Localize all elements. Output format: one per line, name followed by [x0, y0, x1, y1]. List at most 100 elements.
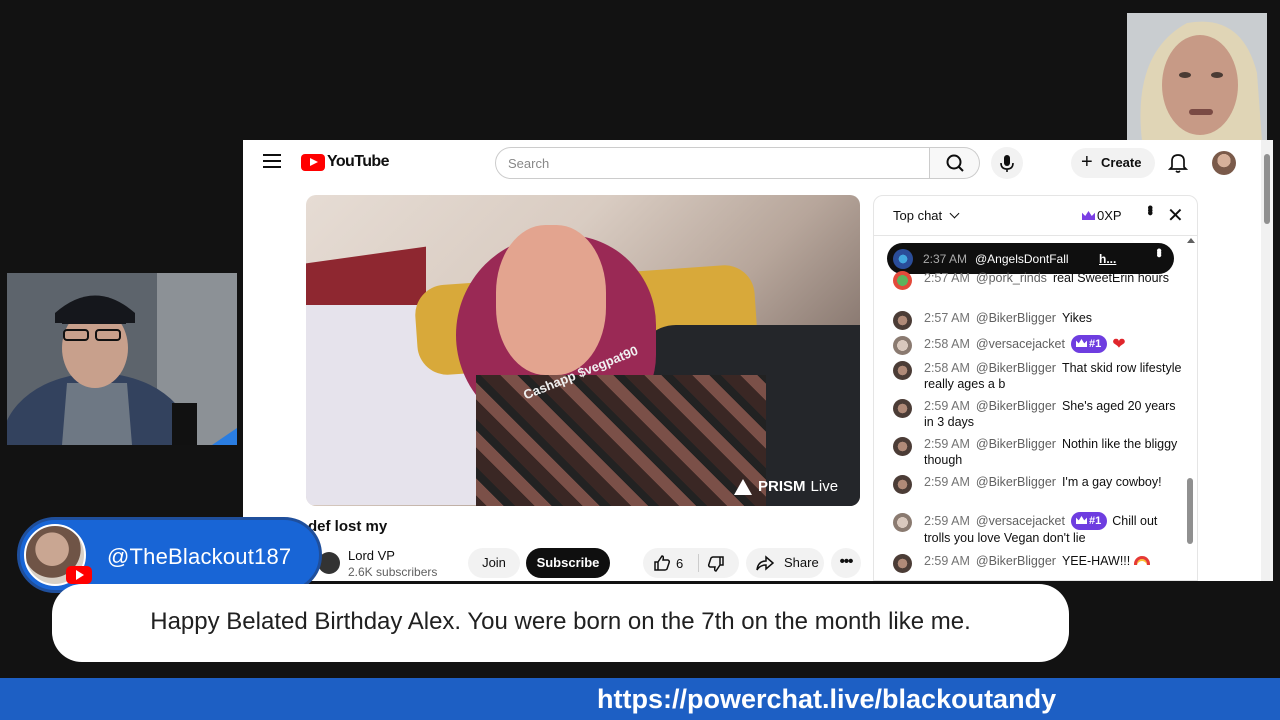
chat-message: 2:57 AM @pork_rinds real SweetErin hours [893, 270, 1183, 290]
chat-author[interactable]: @BikerBligger [976, 554, 1056, 568]
chat-options-icon[interactable]: ••• [1140, 205, 1158, 213]
menu-icon[interactable] [263, 154, 281, 170]
xp-label: 0XP [1097, 208, 1122, 223]
browser-window: YouTube Search + Create Cashapp $vegpat9… [243, 140, 1273, 581]
chat-message: 2:59 AM @BikerBligger Nothin like the blig… [893, 436, 1183, 468]
chat-message: 2:57 AM @BikerBligger Yikes [893, 310, 1183, 330]
chat-text: real SweetErin hours [1052, 271, 1169, 285]
youtube-logo-text: YouTube [327, 153, 389, 170]
chat-mode-label: Top chat [893, 208, 943, 223]
chat-text: I'm a gay cowboy! [1061, 475, 1162, 489]
chevron-down-icon [949, 208, 960, 219]
youtube-logo[interactable]: YouTube [301, 153, 389, 171]
pinned-avatar [893, 249, 913, 269]
search-icon [946, 154, 964, 172]
chat-avatar[interactable] [893, 399, 912, 418]
join-button[interactable]: Join [468, 548, 520, 578]
live-label: Live [810, 478, 839, 495]
chat-author[interactable]: @BikerBligger [976, 311, 1056, 325]
chat-author[interactable]: @BikerBligger [976, 437, 1056, 451]
superchat-message-text: Happy Belated Birthday Alex. You were bo… [150, 608, 971, 635]
pinned-options-icon[interactable]: ••• [1150, 248, 1167, 255]
chat-avatar[interactable] [893, 475, 912, 494]
more-actions-button[interactable]: ••• [831, 548, 861, 578]
member-badge: #1 [1071, 512, 1108, 530]
chat-author[interactable]: @BikerBligger [976, 361, 1056, 375]
chat-time: 2:59 AM [924, 399, 970, 413]
prism-icon [734, 478, 752, 495]
chat-mode-dropdown[interactable]: Top chat [893, 208, 960, 223]
chat-author[interactable]: @versacejacket [976, 337, 1065, 351]
channel-name[interactable]: Lord VP [348, 548, 395, 563]
search-button[interactable] [930, 147, 980, 179]
create-button[interactable]: + Create [1071, 148, 1155, 178]
plus-icon: + [1081, 151, 1093, 173]
search-input[interactable]: Search [495, 147, 930, 179]
like-divider [698, 554, 699, 572]
powerchat-link[interactable]: https://powerchat.live/blackoutandy [597, 684, 1056, 715]
crown-icon [1082, 211, 1095, 220]
chat-avatar[interactable] [893, 361, 912, 380]
close-icon[interactable]: ✕ [1167, 203, 1184, 228]
youtube-header: YouTube Search + Create [243, 140, 1273, 186]
crown-icon [1076, 339, 1087, 347]
chat-time: 2:59 AM [924, 437, 970, 451]
chat-author[interactable]: @BikerBligger [976, 399, 1056, 413]
chat-avatar[interactable] [893, 554, 912, 573]
chat-author[interactable]: @pork_rinds [976, 271, 1047, 285]
crown-icon [1076, 516, 1087, 524]
page-scrollbar-thumb[interactable] [1264, 154, 1270, 224]
voice-search-button[interactable] [991, 147, 1023, 179]
prism-live-logo: PRISM Live [734, 478, 838, 495]
account-avatar[interactable] [1212, 151, 1236, 175]
member-badge-label: #1 [1089, 338, 1102, 350]
guest-webcam [1127, 13, 1267, 141]
live-chat-panel: Top chat 0XP ••• ✕ 2:37 AM @AngelsDontFa… [873, 195, 1198, 581]
chat-text: Yikes [1061, 311, 1093, 325]
xp-indicator[interactable]: 0XP [1082, 208, 1122, 223]
chat-author[interactable]: @BikerBligger [976, 475, 1056, 489]
subscriber-count: 2.6K subscribers [348, 565, 438, 579]
subscribe-button[interactable]: Subscribe [526, 548, 610, 578]
thumbs-up-icon[interactable] [653, 554, 671, 572]
stream-canvas: YouTube Search + Create Cashapp $vegpat9… [0, 0, 1280, 720]
share-button[interactable]: Share [746, 548, 824, 578]
chat-avatar[interactable] [893, 311, 912, 330]
like-dislike-group: 6 [643, 548, 739, 578]
chat-author[interactable]: @versacejacket [976, 514, 1065, 528]
share-label: Share [784, 555, 819, 570]
bell-icon[interactable] [1167, 152, 1189, 174]
video-title: def lost my [308, 518, 388, 535]
mic-icon [1000, 155, 1014, 172]
chat-scroll-up-icon[interactable] [1187, 238, 1195, 243]
member-badge-label: #1 [1089, 515, 1102, 527]
chat-header: Top chat 0XP ••• ✕ [874, 196, 1197, 236]
chat-message: 2:58 AM @versacejacket #1 ❤ [893, 335, 1183, 355]
video-player[interactable]: Cashapp $vegpat90 PRISM Live [306, 195, 860, 506]
pinned-author: @AngelsDontFall [975, 252, 1069, 266]
video-frame-face [496, 225, 606, 375]
chat-text: YEE-HAW!!! [1061, 554, 1131, 568]
chat-time: 2:58 AM [924, 337, 970, 351]
superchat-message-box: Happy Belated Birthday Alex. You were bo… [52, 584, 1069, 662]
thumbs-down-icon[interactable] [707, 555, 725, 573]
chat-message: 2:59 AM @BikerBligger She's aged 20 years … [893, 398, 1183, 430]
chat-avatar[interactable] [893, 336, 912, 355]
pinned-text: h... [1099, 252, 1117, 266]
like-count: 6 [676, 556, 684, 571]
chat-avatar[interactable] [893, 437, 912, 456]
chat-message: 2:59 AM @versacejacket #1 Chill out trolls … [893, 512, 1183, 546]
commenter-username: @TheBlackout187 [107, 544, 292, 569]
prism-label: PRISM [758, 478, 806, 495]
chat-time: 2:57 AM [924, 311, 970, 325]
create-label: Create [1101, 155, 1142, 170]
youtube-play-icon [301, 153, 325, 171]
chat-scrollbar-thumb[interactable] [1187, 478, 1193, 544]
youtube-icon [66, 566, 92, 584]
chat-time: 2:59 AM [924, 554, 970, 568]
chat-avatar[interactable] [893, 271, 912, 290]
commenter-badge: @TheBlackout187 [17, 517, 322, 593]
chat-message: 2:59 AM @BikerBligger I'm a gay cowboy! [893, 474, 1183, 494]
video-frame-shirt [476, 375, 766, 506]
chat-avatar[interactable] [893, 513, 912, 532]
